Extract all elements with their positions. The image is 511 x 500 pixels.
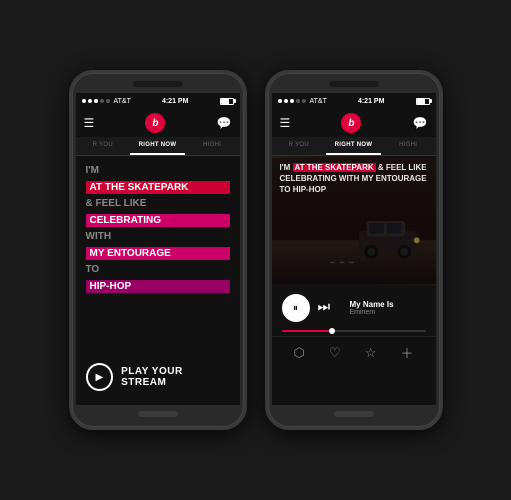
lyric-feel: & FEEL LIKE	[86, 197, 230, 211]
track-info: My Name Is Eminem	[350, 300, 426, 316]
signal-dot-4	[100, 99, 104, 103]
album-art-area: I'M AT THE SKATEPARK & FEEL LIKE CELEBRA…	[272, 156, 436, 286]
tab-highlights-right[interactable]: HIGHI	[381, 137, 436, 155]
share-icon[interactable]: ⬡	[294, 345, 305, 361]
signal-dot-5	[106, 99, 110, 103]
lyric-celebrating: CELEBRATING	[86, 214, 230, 227]
status-bar-left: AT&T 4:21 PM	[76, 93, 240, 109]
lyric-with: WITH	[86, 230, 230, 244]
tab-bar-left: R YOU RIGHT NOW HIGHI	[76, 137, 240, 156]
tab-highlights-left[interactable]: HIGHI	[185, 137, 240, 155]
lyric-skatepark: AT THE SKATEPARK	[86, 181, 230, 194]
phone-left: AT&T 4:21 PM ☰ b 💬 R YOU RIGHT NOW HIGHI	[69, 70, 247, 430]
phones-container: AT&T 4:21 PM ☰ b 💬 R YOU RIGHT NOW HIGHI	[69, 70, 443, 430]
play-stream-label: PLAY YOUR STREAM	[121, 366, 229, 388]
phone-right: AT&T 4:21 PM ☰ b 💬 R YOU RIGHT NOW HIGHI	[265, 70, 443, 430]
signal-dot-1	[82, 99, 86, 103]
signal-dot-3	[94, 99, 98, 103]
progress-bar-area[interactable]	[272, 330, 436, 332]
lyric-entourage: MY ENTOURAGE	[86, 247, 230, 260]
player-controls: ⏸ ⏭ My Name Is Eminem	[272, 286, 436, 330]
play-circle-icon: ▶	[86, 363, 114, 391]
signal-dot-r4	[296, 99, 300, 103]
album-lyric-text: I'M AT THE SKATEPARK & FEEL LIKE CELEBRA…	[280, 162, 428, 196]
play-stream-button[interactable]: ▶ PLAY YOUR STREAM	[86, 357, 230, 397]
track-title: My Name Is	[350, 300, 426, 309]
battery-area-right	[416, 98, 430, 105]
battery-icon-left	[220, 98, 234, 105]
tab-for-you-left[interactable]: R YOU	[76, 137, 131, 155]
progress-bar	[282, 330, 426, 332]
hamburger-icon-left[interactable]: ☰	[84, 116, 95, 130]
progress-knob[interactable]	[329, 328, 335, 334]
add-icon[interactable]: ＋	[400, 343, 413, 362]
pause-button[interactable]: ⏸	[282, 294, 310, 322]
tab-right-now-right[interactable]: RIGHT NOW	[326, 137, 381, 155]
screen1-content: I'M AT THE SKATEPARK & FEEL LIKE CELEBRA…	[76, 156, 240, 405]
message-icon-left[interactable]: 💬	[217, 116, 232, 130]
beats-logo-right: b	[341, 113, 361, 133]
signal-dot-r2	[284, 99, 288, 103]
carrier-left: AT&T	[114, 98, 131, 105]
action-bar: ⬡ ♡ ☆ ＋	[272, 336, 436, 368]
progress-fill	[282, 330, 332, 332]
status-left-left: AT&T	[82, 98, 131, 105]
beats-logo-left: b	[145, 113, 165, 133]
nav-bar-left: ☰ b 💬	[76, 109, 240, 137]
tab-right-now-left[interactable]: RIGHT NOW	[130, 137, 185, 155]
battery-icon-right	[416, 98, 430, 105]
lyric-im: I'M	[86, 164, 230, 178]
phone-screen-right: AT&T 4:21 PM ☰ b 💬 R YOU RIGHT NOW HIGHI	[272, 93, 436, 405]
status-bar-right: AT&T 4:21 PM	[272, 93, 436, 109]
heart-icon[interactable]: ♡	[329, 345, 341, 361]
tab-for-you-right[interactable]: R YOU	[272, 137, 327, 155]
album-art-background: I'M AT THE SKATEPARK & FEEL LIKE CELEBRA…	[272, 156, 436, 286]
tab-bar-right: R YOU RIGHT NOW HIGHI	[272, 137, 436, 156]
hamburger-icon-right[interactable]: ☰	[280, 116, 291, 130]
lyric-hiphop: HIP-HOP	[86, 280, 230, 293]
carrier-right: AT&T	[310, 98, 327, 105]
skip-next-button[interactable]: ⏭	[318, 298, 338, 318]
status-left-right: AT&T	[278, 98, 327, 105]
track-artist: Eminem	[350, 309, 426, 316]
screen2-content: ⏸ ⏭ My Name Is Eminem ⬡	[272, 286, 436, 405]
signal-dot-r3	[290, 99, 294, 103]
time-right: 4:21 PM	[358, 98, 384, 105]
battery-area-left	[220, 98, 234, 105]
message-icon-right[interactable]: 💬	[413, 116, 428, 130]
signal-dot-2	[88, 99, 92, 103]
time-left: 4:21 PM	[162, 98, 188, 105]
signal-dot-r1	[278, 99, 282, 103]
lyric-to: TO	[86, 263, 230, 277]
nav-bar-right: ☰ b 💬	[272, 109, 436, 137]
signal-dot-r5	[302, 99, 306, 103]
star-icon[interactable]: ☆	[365, 345, 377, 361]
phone-screen-left: AT&T 4:21 PM ☰ b 💬 R YOU RIGHT NOW HIGHI	[76, 93, 240, 405]
